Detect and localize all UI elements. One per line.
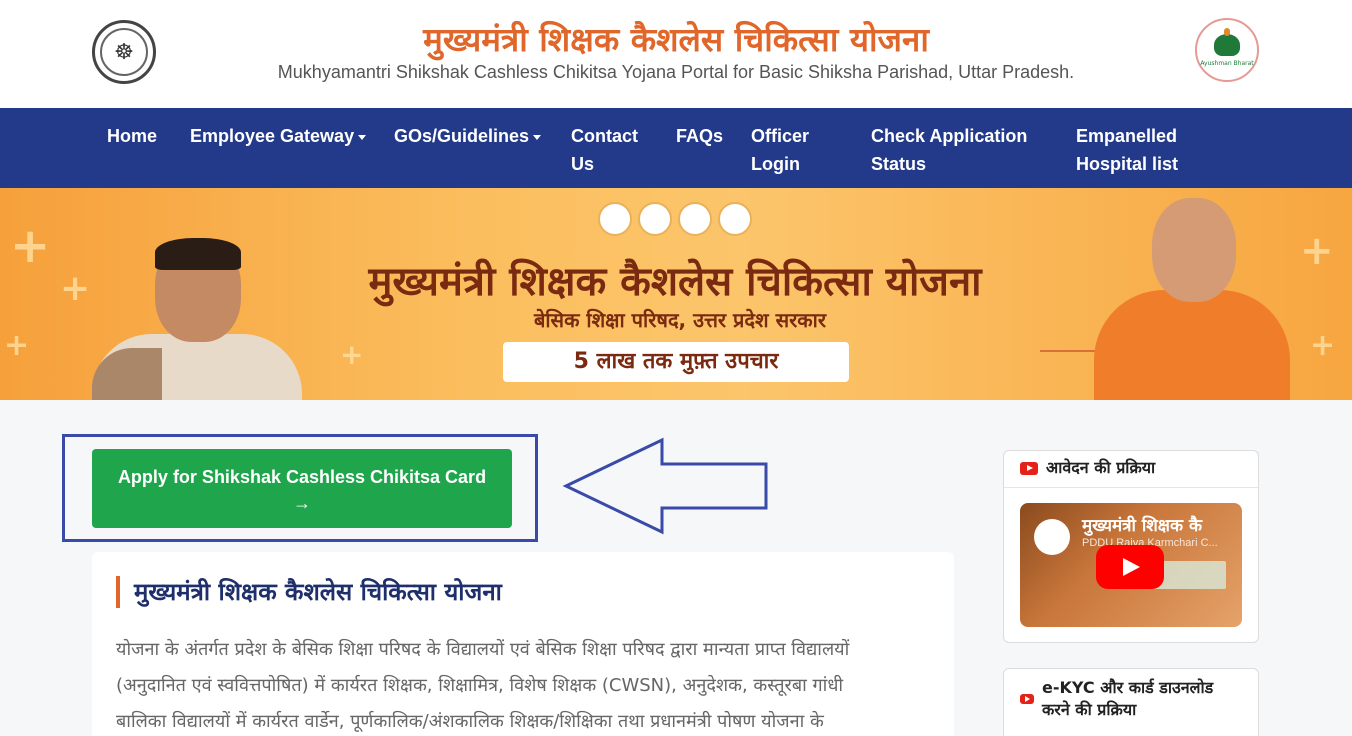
nav-empanelled-hospital-list-label: Empanelled Hospital list xyxy=(1076,126,1179,174)
scheme-info-card: मुख्यमंत्री शिक्षक कैशलेस चिकित्सा योजना… xyxy=(92,552,954,736)
ekyc-process-heading: e-KYC और कार्ड डाउनलोड करने की प्रक्रिया xyxy=(1020,677,1240,721)
pointer-arrow-icon xyxy=(562,437,768,535)
nav-officer-login[interactable]: Officer Login xyxy=(751,122,831,178)
description-line: बालिका विद्यालयों में कार्यरत वार्डेन, प… xyxy=(116,711,824,732)
main-navbar: Home Employee Gateway GOs/Guidelines Con… xyxy=(0,108,1352,188)
application-process-card: आवेदन की प्रक्रिया मुख्यमंत्री शिक्षक कै… xyxy=(1003,450,1259,643)
plus-decoration: + xyxy=(1310,328,1336,363)
youtube-icon xyxy=(1020,461,1038,475)
nav-faqs[interactable]: FAQs xyxy=(676,122,723,150)
plus-decoration: + xyxy=(60,268,91,309)
apply-card-button-label: Apply for Shikshak Cashless Chikitsa Car… xyxy=(117,467,487,487)
site-subtitle: Mukhyamantri Shikshak Cashless Chikitsa … xyxy=(277,62,1075,82)
basic-shiksha-logo-icon xyxy=(678,202,712,236)
apply-card-button[interactable]: Apply for Shikshak Cashless Chikitsa Car… xyxy=(92,449,512,528)
application-process-title: आवेदन की प्रक्रिया xyxy=(1046,458,1156,477)
up-emblem-logo-icon xyxy=(718,202,752,236)
plus-decoration: + xyxy=(1300,228,1334,274)
description-line: योजना के अंतर्गत प्रदेश के बेसिक शिक्षा … xyxy=(116,639,850,660)
heartbeat-line-icon xyxy=(1040,328,1100,352)
ekyc-process-title: e-KYC और कार्ड डाउनलोड करने की प्रक्रिया xyxy=(1042,678,1214,719)
plus-decoration: + xyxy=(4,328,30,363)
nav-check-application-status[interactable]: Check Application Status xyxy=(871,122,1041,178)
nav-check-application-status-label: Check Application Status xyxy=(871,126,1028,174)
banner-subtitle: बेसिक शिक्षा परिषद, उत्तर प्रदेश सरकार xyxy=(533,308,827,332)
video-title[interactable]: मुख्यमंत्री शिक्षक कै xyxy=(1082,513,1202,536)
nav-contact-us[interactable]: Contact Us xyxy=(571,122,651,178)
channel-avatar[interactable] xyxy=(1034,519,1070,555)
nav-empanelled-hospital-list[interactable]: Empanelled Hospital list xyxy=(1076,122,1196,178)
person-photo-right xyxy=(1094,198,1290,400)
divider xyxy=(1004,487,1258,488)
sachis-logo-icon xyxy=(598,202,632,236)
nav-gos-guidelines-label: GOs/Guidelines xyxy=(394,126,530,146)
youtube-icon xyxy=(1020,694,1034,704)
plus-decoration: + xyxy=(10,218,51,274)
ayushman-logo-icon xyxy=(638,202,672,236)
nav-gos-guidelines[interactable]: GOs/Guidelines xyxy=(394,122,542,150)
chevron-down-icon xyxy=(358,134,367,140)
nav-home-label: Home xyxy=(107,126,158,146)
nav-home[interactable]: Home xyxy=(107,122,157,150)
person-photo-left xyxy=(92,238,302,400)
chevron-down-icon xyxy=(533,134,542,140)
ayushman-bharat-logo[interactable]: Ayushman Bharat xyxy=(1195,18,1259,82)
nav-contact-us-label: Contact Us xyxy=(571,126,638,174)
site-title: मुख्यमंत्री शिक्षक कैशलेस चिकित्सा योजना xyxy=(423,20,929,59)
site-header: ☸ मुख्यमंत्री शिक्षक कैशलेस चिकित्सा योज… xyxy=(0,0,1352,108)
ekyc-process-card: e-KYC और कार्ड डाउनलोड करने की प्रक्रिया xyxy=(1003,668,1259,736)
nav-faqs-label: FAQs xyxy=(676,126,724,146)
play-icon[interactable] xyxy=(1096,545,1164,589)
banner-offer-pill: 5 लाख तक मुफ़्त उपचार xyxy=(503,342,849,382)
logo-caption: Ayushman Bharat xyxy=(1200,59,1254,67)
banner-title: मुख्यमंत्री शिक्षक कैशलेस चिकित्सा योजना xyxy=(368,259,982,305)
scheme-title: मुख्यमंत्री शिक्षक कैशलेस चिकित्सा योजना xyxy=(116,576,502,608)
application-process-video[interactable]: मुख्यमंत्री शिक्षक कै PDDU Rajya Karmcha… xyxy=(1020,503,1242,627)
hero-banner: + + + + + + मुख्यमंत्री शिक्षक कैशलेस चि… xyxy=(0,188,1352,400)
description-line: (अनुदानित एवं स्ववित्तपोषित) में कार्यरत… xyxy=(116,675,844,696)
nav-employee-gateway-label: Employee Gateway xyxy=(190,126,355,146)
arrow-right-icon: → xyxy=(293,493,311,513)
nav-officer-login-label: Officer Login xyxy=(751,126,810,174)
leaf-icon xyxy=(1214,27,1240,56)
nav-employee-gateway[interactable]: Employee Gateway xyxy=(190,122,367,150)
plus-decoration: + xyxy=(340,338,364,371)
scheme-description: योजना के अंतर्गत प्रदेश के बेसिक शिक्षा … xyxy=(116,632,916,736)
application-process-heading: आवेदन की प्रक्रिया xyxy=(1020,457,1155,479)
banner-logos xyxy=(598,202,752,236)
